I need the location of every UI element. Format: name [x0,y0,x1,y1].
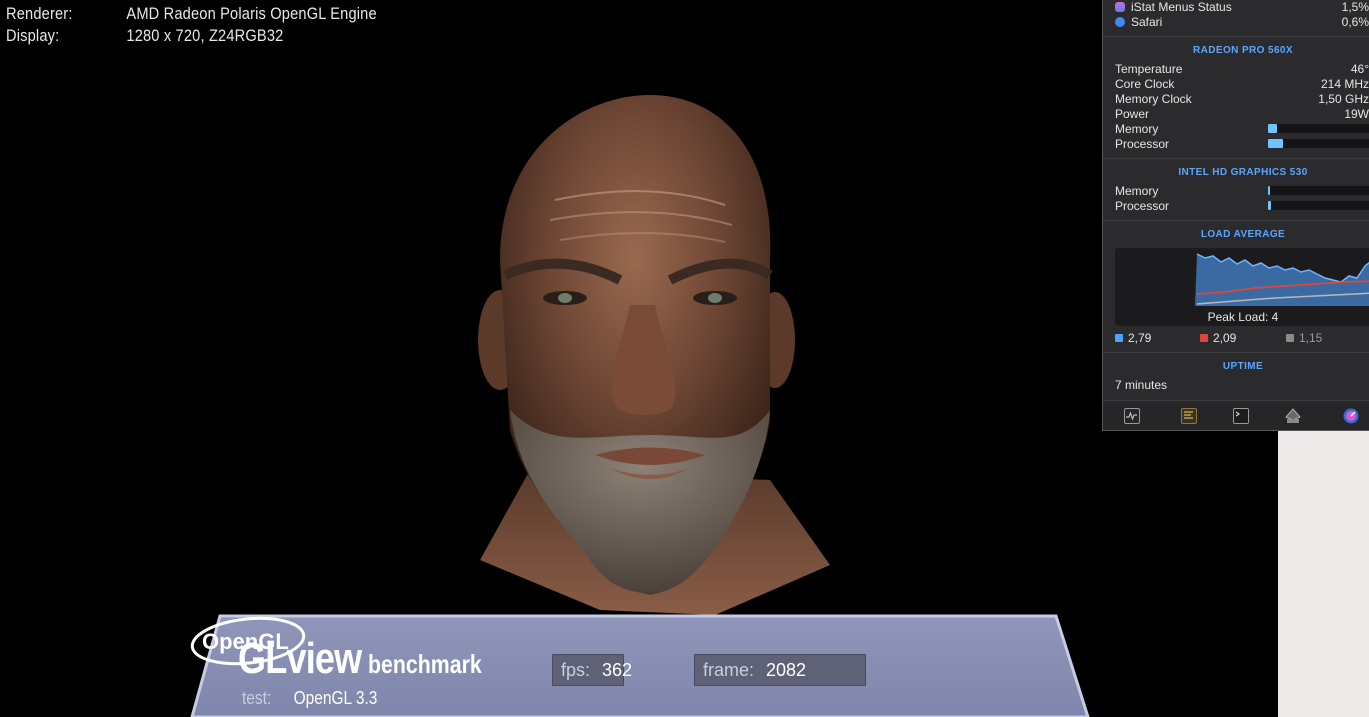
renderer-value: AMD Radeon Polaris OpenGL Engine [126,4,377,23]
load-average-title: LOAD AVERAGE [1200,229,1286,240]
stat-label: Temperature [1115,62,1183,76]
fps-display: fps: 362 [552,654,632,686]
fps-value: 362 [602,660,633,680]
gpu-memory-clock: Memory Clock 1,50 GHz [1115,92,1369,107]
frame-value: 2082 [766,660,807,680]
divider [1103,36,1369,37]
renderer-label: Renderer: [6,4,73,23]
divider [1103,158,1369,159]
frame-label: frame: [703,660,755,680]
load-value: 1,15 [1299,331,1323,345]
test-info: test: OpenGL 3.3 [242,688,377,709]
istat-menus-gpu-dropdown: iStat Menus Status 1,5% Safari 0,6% RADE… [1102,0,1369,431]
activity-monitor-icon[interactable] [1124,408,1140,424]
terminal-icon[interactable] [1233,408,1249,424]
gpu-power: Power 19W [1115,107,1369,122]
load-value: 2,09 [1213,331,1237,345]
istat-app-icon [1115,2,1125,12]
stat-label: Processor [1115,137,1170,151]
gpu2-processor-bar [1268,201,1369,210]
process-name: iStat Menus Status [1131,0,1232,14]
process-row[interactable]: iStat Menus Status 1,5% [1115,0,1369,15]
frame-display: frame: 2082 [694,654,866,686]
disk-utility-icon[interactable] [1285,408,1301,424]
stat-label: Memory Clock [1115,92,1192,106]
load-value: 2,79 [1128,331,1152,345]
process-row[interactable]: Safari 0,6% [1115,15,1369,30]
stat-label: Memory [1115,184,1159,198]
test-label: test: [242,688,272,708]
legend-swatch-red [1200,334,1208,342]
gpu-core-clock: Core Clock 214 MHz [1115,77,1369,92]
stat-value: 19W [1344,107,1369,121]
rendered-head-model [478,95,830,615]
benchmark-panel: GLview benchmark test: OpenGL 3.3 fps: 362 … [190,614,1090,717]
load-5min: 2,09 [1200,331,1236,346]
gpu-temperature: Temperature 46° [1115,62,1369,77]
divider [1103,352,1369,353]
legend-swatch-gray [1286,334,1294,342]
opengl-logo-text: OpenGL [202,629,289,654]
stat-label: Core Clock [1115,77,1175,91]
stat-value: 1,50 GHz [1318,92,1369,106]
bar-fill [1268,186,1271,195]
renderer-info: Renderer: AMD Radeon Polaris OpenGL Engin… [6,4,377,24]
legend-swatch-blue [1115,334,1123,342]
title-sub: benchmark [367,649,482,679]
istat-toolbar [1103,400,1369,430]
fps-label: fps: [561,660,591,680]
console-icon[interactable] [1181,408,1197,424]
bar-fill [1268,201,1272,210]
display-info: Display: 1280 x 720, Z24RGB32 [6,26,283,46]
test-value: OpenGL 3.3 [293,688,378,708]
uptime-title: UPTIME [1222,361,1264,372]
peak-load: Peak Load: 4 [1207,310,1279,324]
display-value: 1280 x 720, Z24RGB32 [126,26,284,45]
bar-fill [1268,139,1284,148]
stat-value: 46° [1350,62,1369,76]
uptime-value: 7 minutes [1115,378,1168,392]
process-value: 0,6% [1341,15,1369,29]
gpu1-title: RADEON PRO 560X [1193,45,1293,56]
opengl-logo: OpenGL [190,616,306,666]
gpu2-title: INTEL HD GRAPHICS 530 [1178,167,1308,178]
stat-label: Processor [1115,199,1170,213]
glview-window: Renderer: AMD Radeon Polaris OpenGL Engin… [0,0,1278,717]
load-1min: 2,79 [1115,331,1151,346]
stat-value: 214 MHz [1320,77,1369,91]
gpu1-processor-bar [1268,139,1369,148]
stat-label: Power [1115,107,1150,121]
stat-label: Memory [1115,122,1159,136]
load-15min: 1,15 [1286,331,1322,346]
safari-app-icon [1115,17,1125,27]
bar-fill [1268,124,1277,133]
divider [1103,220,1369,221]
display-label: Display: [6,26,60,45]
gpu2-memory-bar [1268,186,1369,195]
process-name: Safari [1131,15,1163,29]
gpu1-memory-bar [1268,124,1369,133]
istat-settings-icon[interactable] [1343,408,1359,424]
process-value: 1,5% [1341,0,1369,14]
